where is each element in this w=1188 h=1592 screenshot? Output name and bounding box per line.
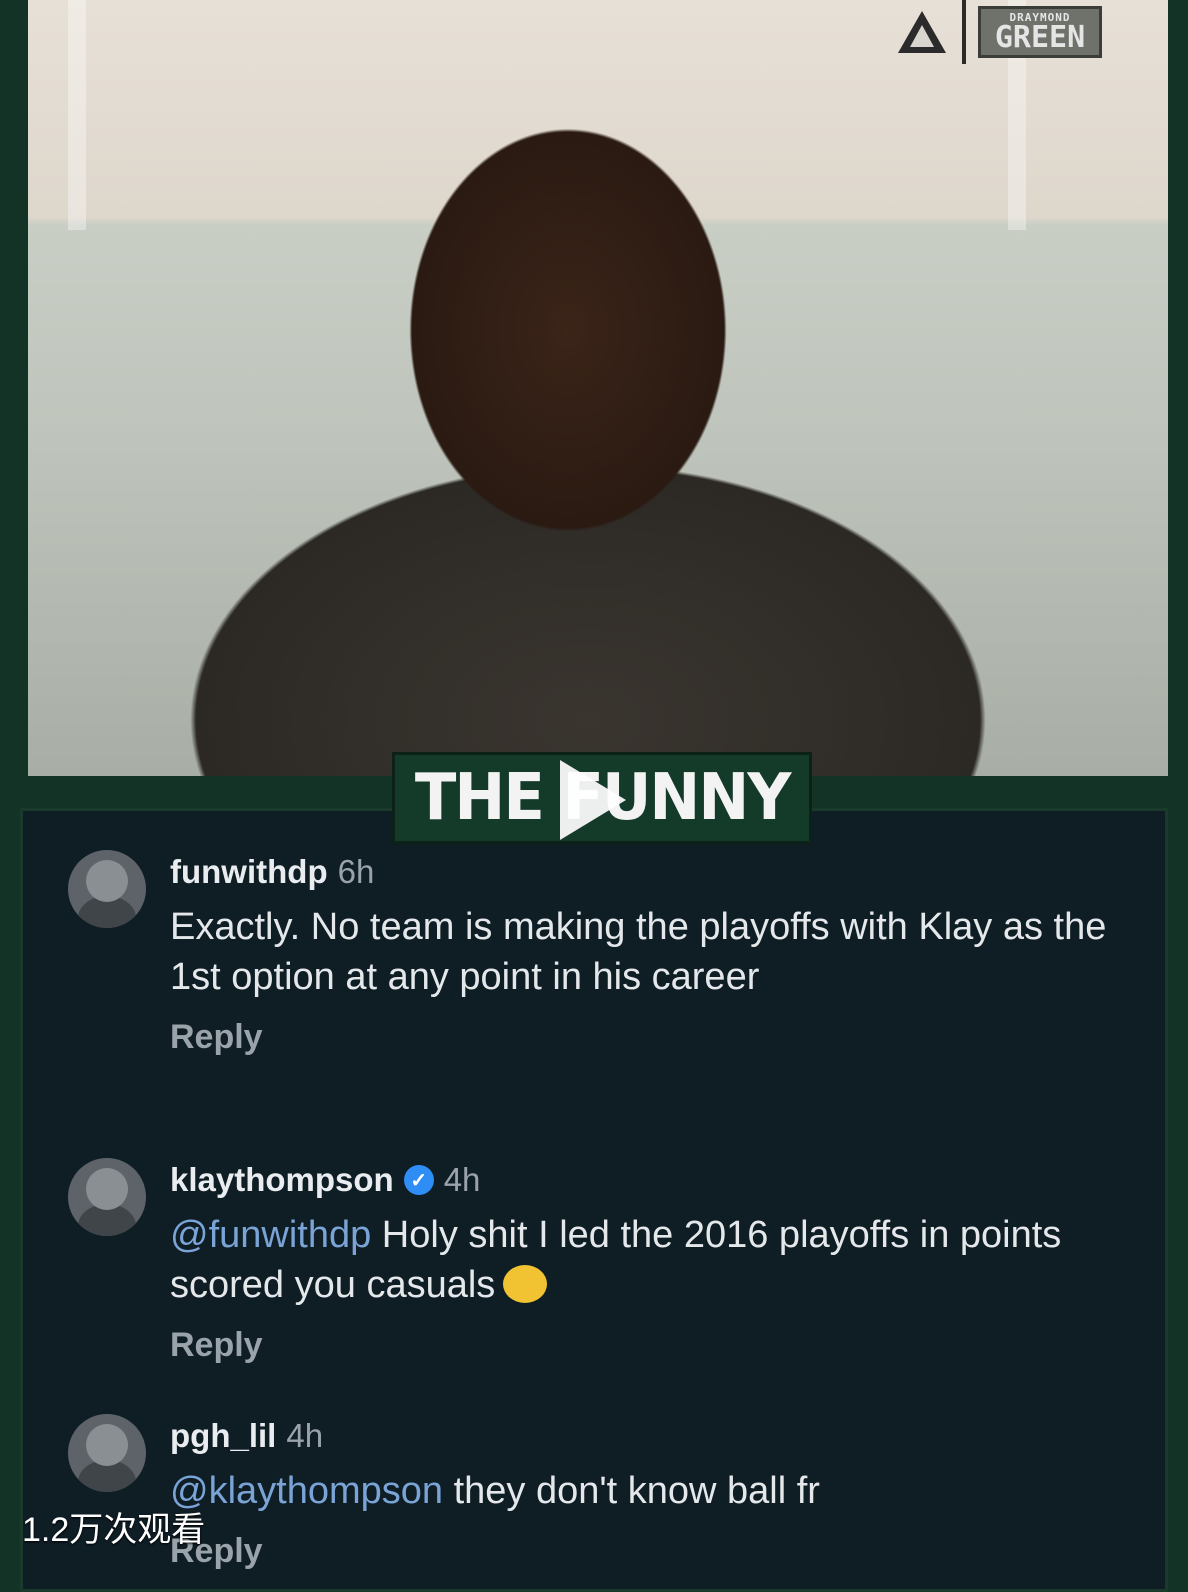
mention-link[interactable]: @funwithdp — [170, 1214, 371, 1256]
reply-button[interactable]: Reply — [170, 1532, 1160, 1571]
curtain-stripe — [68, 0, 86, 230]
mention-link[interactable]: @klaythompson — [170, 1470, 443, 1512]
play-icon[interactable] — [560, 760, 626, 840]
logo-divider — [962, 0, 966, 64]
logo-wordmark: DRAYMOND GREEN — [978, 6, 1102, 58]
avatar[interactable] — [68, 1414, 146, 1492]
comment-username[interactable]: klaythompson — [170, 1161, 394, 1199]
comment-time: 6h — [337, 853, 375, 890]
reply-button[interactable]: Reply — [170, 1326, 1160, 1365]
comment-time: 4h — [286, 1417, 324, 1454]
comment-text: @klaythompson they don't know ball fr — [170, 1466, 1160, 1516]
comment-text: @funwithdp Holy shit I led the 2016 play… — [170, 1210, 1160, 1310]
podcast-logo-icon — [898, 11, 946, 53]
verified-badge-icon: ✓ — [403, 1165, 434, 1195]
comment-text: Exactly. No team is making the playoffs … — [170, 906, 1107, 998]
comment-username[interactable]: pgh_lil — [170, 1417, 276, 1455]
avatar[interactable] — [68, 1158, 146, 1236]
comment-username[interactable]: funwithdp — [170, 853, 328, 891]
laughing-emoji-icon — [503, 1265, 548, 1303]
comment-time: 4h — [443, 1161, 481, 1198]
channel-logo: DRAYMOND GREEN — [894, 0, 1102, 64]
avatar[interactable] — [68, 850, 146, 928]
view-count: 1.2万次观看 — [22, 1511, 206, 1549]
comment-message: they don't know ball fr — [443, 1470, 820, 1512]
reply-button[interactable]: Reply — [170, 1018, 1160, 1057]
video-player[interactable]: DRAYMOND GREEN — [28, 0, 1168, 776]
